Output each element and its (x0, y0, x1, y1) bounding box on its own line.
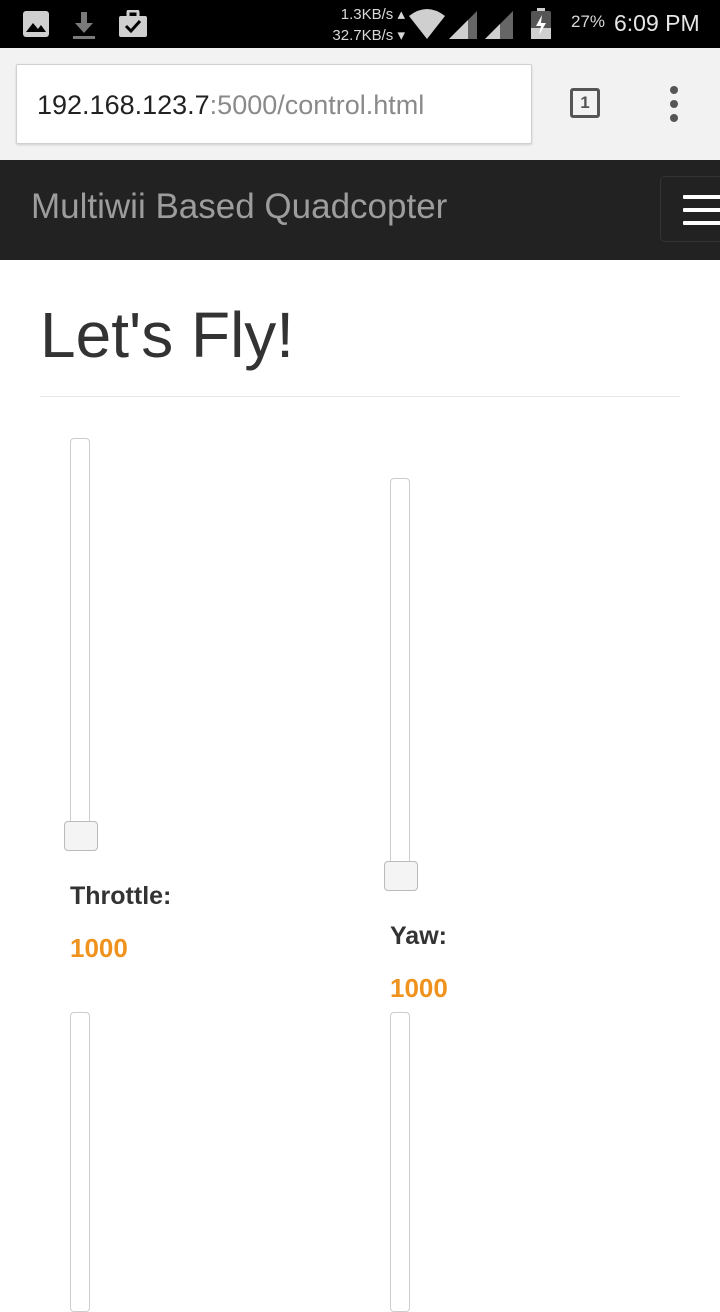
cell-signal-icon (484, 10, 514, 45)
shopping-bag-check-icon (118, 9, 148, 43)
navbar: Multiwii Based Quadcopter (0, 160, 720, 260)
yaw-value: 1000 (390, 973, 448, 1003)
cell-signal-icon (448, 10, 478, 45)
clock: 6:09 PM (614, 10, 700, 36)
battery-percent: 27% (571, 12, 606, 31)
throttle-value: 1000 (70, 933, 128, 963)
overflow-menu-icon[interactable] (664, 86, 684, 122)
url-text[interactable]: 192.168.123.7:5000/control.html (37, 90, 424, 121)
url-path: :5000/control.html (209, 90, 425, 120)
network-speed: 1.3KB/s ▴ 32.7KB/s ▾ (332, 6, 405, 44)
throttle-slider-track[interactable] (70, 438, 90, 848)
wifi-icon (408, 8, 446, 45)
throttle-label: Throttle: (70, 882, 172, 910)
battery-icon (530, 8, 552, 45)
yaw-slider-track[interactable] (390, 478, 410, 888)
download-icon (70, 10, 98, 45)
url-host: 192.168.123.7 (37, 90, 210, 120)
tab-count: 1 (580, 93, 590, 112)
browser-toolbar: 192.168.123.7:5000/control.html 1 (0, 48, 720, 160)
tab-switcher-button[interactable]: 1 (570, 88, 600, 118)
throttle-slider-handle[interactable] (64, 821, 98, 851)
hamburger-icon (683, 195, 720, 199)
yaw-label: Yaw: (390, 922, 447, 950)
slider-track[interactable] (390, 1012, 410, 1312)
navbar-brand[interactable]: Multiwii Based Quadcopter (31, 187, 447, 227)
status-bar: 1.3KB/s ▴ 32.7KB/s ▾ 27% 6:09 PM (0, 0, 720, 48)
navbar-toggle-button[interactable] (660, 176, 720, 242)
address-bar[interactable]: 192.168.123.7:5000/control.html (16, 64, 532, 144)
slider-track[interactable] (70, 1012, 90, 1312)
yaw-slider-handle[interactable] (384, 861, 418, 891)
image-icon (22, 10, 50, 43)
heading-divider (40, 396, 680, 397)
page-title: Let's Fly! (40, 299, 295, 371)
